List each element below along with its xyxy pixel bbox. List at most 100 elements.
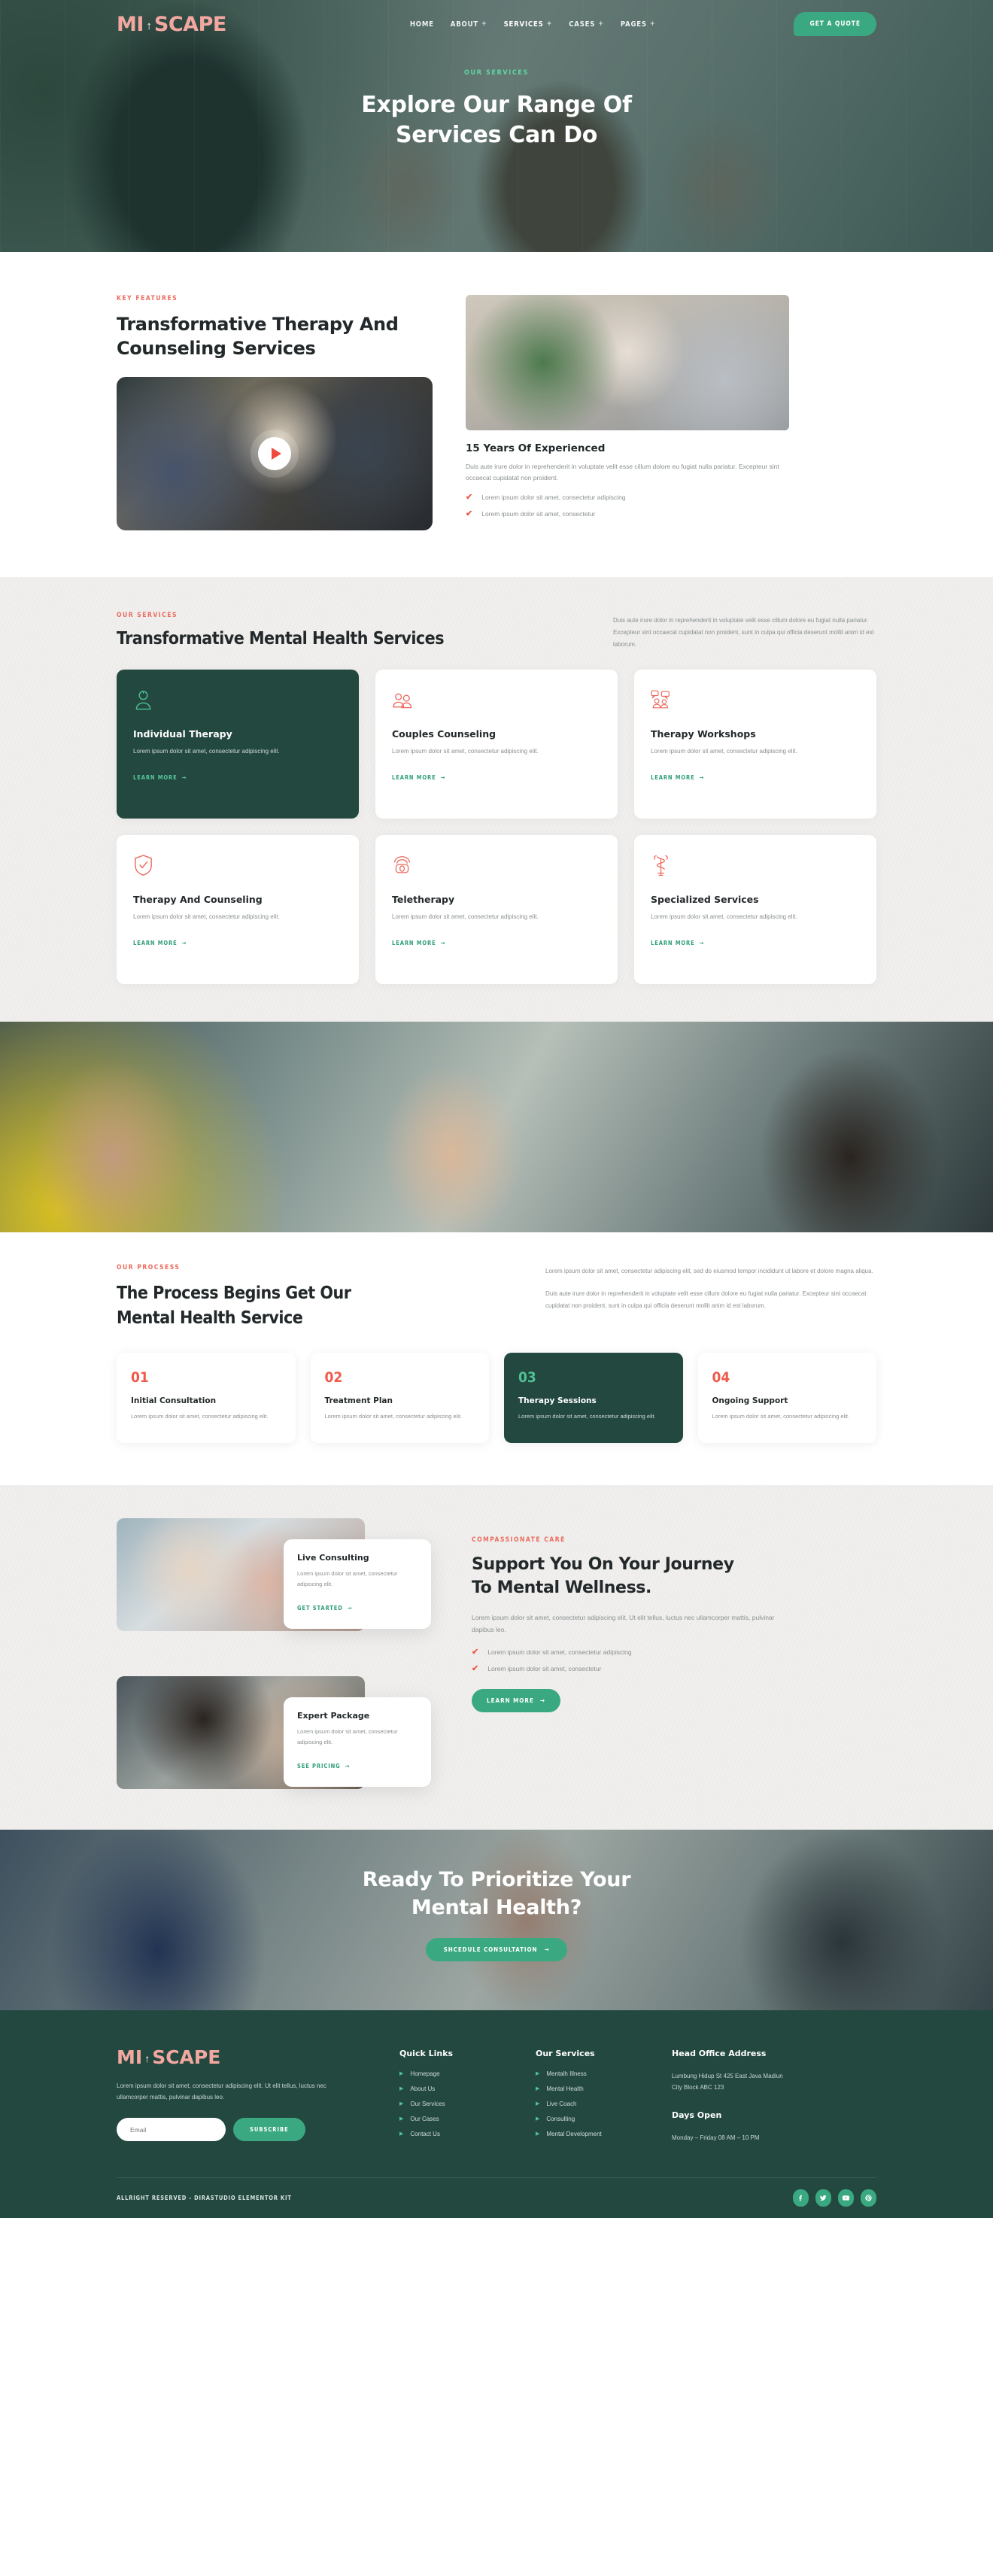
caret-right-icon: ▶ xyxy=(399,2116,404,2122)
list-item[interactable]: ▶ Mental Development xyxy=(536,2131,652,2137)
services-grid: Individual Therapy Lorem ipsum dolor sit… xyxy=(117,670,876,985)
learn-more-link[interactable]: LEARN MORE → xyxy=(651,940,704,946)
video-thumbnail[interactable] xyxy=(117,377,433,531)
email-field[interactable] xyxy=(117,2118,226,2142)
footer-link[interactable]: Live Coach xyxy=(546,2101,576,2107)
get-a-quote-button[interactable]: GET A QUOTE xyxy=(794,12,876,36)
see-pricing-link[interactable]: SEE PRICING → xyxy=(297,1763,350,1769)
footer-address-column: Head Office Address Lumbung Hidup St 425… xyxy=(672,2046,875,2146)
process-step-02[interactable]: 02 Treatment Plan Lorem ipsum dolor sit … xyxy=(310,1352,489,1443)
list-item[interactable]: ▶ Contact Us xyxy=(399,2131,516,2137)
chevron-plus-icon: + xyxy=(598,20,604,28)
learn-more-link[interactable]: LEARN MORE → xyxy=(133,940,187,946)
learn-more-link[interactable]: LEARN MORE → xyxy=(133,774,187,781)
caret-right-icon: ▶ xyxy=(536,2131,540,2137)
footer-logo-arrow-icon: ↑ xyxy=(144,2052,150,2064)
service-card-therapy-and-counseling[interactable]: Therapy And Counseling Lorem ipsum dolor… xyxy=(117,835,359,985)
footer-link[interactable]: Mental Development xyxy=(546,2131,601,2137)
cta-heading: Ready To Prioritize Your Mental Health? xyxy=(0,1866,993,1922)
list-item[interactable]: ▶ Our Services xyxy=(399,2101,516,2107)
service-card-couples-counseling[interactable]: Couples Counseling Lorem ipsum dolor sit… xyxy=(375,670,618,819)
footer-link[interactable]: Our Services xyxy=(410,2101,445,2107)
package-title: Live Consulting xyxy=(297,1552,369,1563)
logo-arrow-icon: ↑ xyxy=(146,19,152,32)
footer-link[interactable]: Mentalh Illness xyxy=(546,2070,586,2077)
learn-more-link[interactable]: LEARN MORE → xyxy=(392,940,445,946)
site-logo[interactable]: MI ↑ SCAPE xyxy=(117,13,226,36)
footer-link[interactable]: Contact Us xyxy=(410,2131,440,2137)
service-card-therapy-workshops[interactable]: Therapy Workshops Lorem ipsum dolor sit … xyxy=(634,670,876,819)
experience-paragraph: Duis aute irure dolor in reprehenderit i… xyxy=(466,463,779,481)
caret-right-icon: ▶ xyxy=(536,2101,540,2107)
step-desc: Lorem ipsum dolor sit amet, consectetur … xyxy=(518,1412,656,1420)
package-card-expert-package[interactable]: Expert Package Lorem ipsum dolor sit ame… xyxy=(284,1697,431,1787)
support-learn-more-button[interactable]: LEARN MORE → xyxy=(472,1688,560,1712)
check-icon: ✔ xyxy=(466,509,473,518)
footer-brand-column: MI ↑ SCAPE Lorem ipsum dolor sit amet, c… xyxy=(117,2046,380,2146)
footer-logo[interactable]: MI ↑ SCAPE xyxy=(117,2046,380,2068)
check-label: Lorem ipsum dolor sit amet, consectetur … xyxy=(487,1648,632,1656)
list-item[interactable]: ▶ Our Cases xyxy=(399,2116,516,2122)
see-pricing-label: SEE PRICING xyxy=(297,1762,341,1769)
learn-more-label: LEARN MORE xyxy=(392,773,436,781)
support-heading: Support You On Your Journey To Mental We… xyxy=(472,1553,848,1599)
youtube-icon[interactable] xyxy=(838,2189,854,2207)
list-item[interactable]: ▶ Consulting xyxy=(536,2116,652,2122)
nav-item-cases[interactable]: CASES + xyxy=(569,20,604,29)
process-step-03[interactable]: 03 Therapy Sessions Lorem ipsum dolor si… xyxy=(504,1352,683,1443)
service-card-teletherapy[interactable]: Teletherapy Lorem ipsum dolor sit amet, … xyxy=(375,835,618,985)
list-item[interactable]: ▶ Homepage xyxy=(399,2070,516,2077)
learn-more-link[interactable]: LEARN MORE → xyxy=(392,774,445,781)
service-card-individual-therapy[interactable]: Individual Therapy Lorem ipsum dolor sit… xyxy=(117,670,359,819)
list-item[interactable]: ▶ Mental Health xyxy=(536,2085,652,2092)
package-desc: Lorem ipsum dolor sit amet, consectetur … xyxy=(297,1569,398,1587)
learn-more-link[interactable]: LEARN MORE → xyxy=(651,774,704,781)
facebook-icon[interactable] xyxy=(793,2189,809,2207)
check-label: Lorem ipsum dolor sit amet, consectetur xyxy=(487,1664,602,1672)
nav-item-pages[interactable]: PAGES + xyxy=(621,20,656,29)
cta-heading-line2: Mental Health? xyxy=(411,1896,582,1920)
footer-link[interactable]: About Us xyxy=(410,2085,435,2092)
support-paragraph: Lorem ipsum dolor sit amet, consectetur … xyxy=(472,1614,775,1633)
twitter-icon[interactable] xyxy=(815,2189,831,2207)
learn-more-label: LEARN MORE xyxy=(651,773,695,781)
footer-link[interactable]: Our Cases xyxy=(410,2116,439,2122)
list-item: ✔ Lorem ipsum dolor sit amet, consectetu… xyxy=(472,1664,848,1673)
support-eyebrow: COMPASSIONATE CARE xyxy=(472,1536,566,1544)
address-title: Head Office Address xyxy=(672,2048,767,2058)
hero-title-line1: Explore Our Range Of xyxy=(361,92,632,118)
step-number: 03 xyxy=(518,1368,536,1386)
button-label: SHCEDULE CONSULTATION xyxy=(443,1946,538,1954)
footer-quick-links-column: Quick Links ▶ Homepage ▶ About Us ▶ Our Ser… xyxy=(399,2046,516,2146)
subscribe-button[interactable]: SUBSCRIBE xyxy=(233,2118,305,2142)
service-card-specialized-services[interactable]: Specialized Services Lorem ipsum dolor s… xyxy=(634,835,876,985)
list-item[interactable]: ▶ About Us xyxy=(399,2085,516,2092)
play-icon[interactable] xyxy=(258,437,291,471)
list-item[interactable]: ▶ Mentalh Illness xyxy=(536,2070,652,2077)
telephone-icon xyxy=(392,854,601,879)
nav-item-home[interactable]: HOME xyxy=(410,20,434,29)
nav-item-about[interactable]: ABOUT + xyxy=(451,20,487,29)
nav-item-services[interactable]: SERVICES + xyxy=(504,20,553,29)
step-title: Initial Consultation xyxy=(131,1396,217,1405)
features-right-column: 15 Years Of Experienced Duis aute irure … xyxy=(466,295,789,527)
schedule-consultation-button[interactable]: SHCEDULE CONSULTATION → xyxy=(425,1938,568,1962)
features-eyebrow: KEY FEATURES xyxy=(117,295,178,302)
process-step-04[interactable]: 04 Ongoing Support Lorem ipsum dolor sit… xyxy=(697,1352,876,1443)
person-user-icon xyxy=(133,688,342,714)
footer-link[interactable]: Mental Health xyxy=(546,2085,583,2092)
arrow-right-icon: → xyxy=(181,773,187,781)
package-card-live-consulting[interactable]: Live Consulting Lorem ipsum dolor sit am… xyxy=(284,1539,431,1629)
process-step-01[interactable]: 01 Initial Consultation Lorem ipsum dolo… xyxy=(117,1352,296,1443)
step-desc: Lorem ipsum dolor sit amet, consectetur … xyxy=(324,1412,463,1420)
process-eyebrow: OUR PROCSESS xyxy=(117,1264,181,1272)
list-item[interactable]: ▶ Live Coach xyxy=(536,2101,652,2107)
support-text-column: COMPASSIONATE CARE Support You On Your J… xyxy=(472,1518,848,1712)
pinterest-icon[interactable] xyxy=(861,2189,876,2207)
footer-link[interactable]: Homepage xyxy=(410,2070,439,2077)
get-started-link[interactable]: GET STARTED → xyxy=(297,1605,352,1612)
features-heading-line1: Transformative Therapy And xyxy=(117,314,399,335)
footer-link[interactable]: Consulting xyxy=(546,2116,575,2122)
social-links xyxy=(793,2189,876,2207)
service-desc: Lorem ipsum dolor sit amet, consectetur … xyxy=(133,748,280,755)
